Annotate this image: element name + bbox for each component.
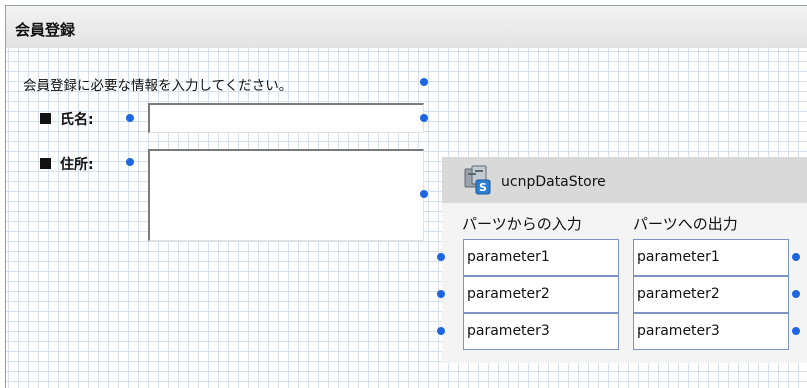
- datastore-component[interactable]: S ucnpDataStore パーツからの入力 パーツへの出力 paramet…: [442, 157, 807, 363]
- connector-dot[interactable]: [792, 327, 800, 335]
- address-field[interactable]: [148, 149, 424, 241]
- connector-dot[interactable]: [126, 114, 134, 122]
- bullet-square-icon: [40, 158, 51, 169]
- address-label: 住所:: [40, 154, 94, 174]
- output-column-header: パーツへの出力: [633, 215, 738, 233]
- datastore-icon: S: [464, 165, 491, 195]
- name-field[interactable]: [148, 103, 424, 133]
- title-bar: 会員登録: [6, 6, 807, 49]
- bullet-square-icon: [40, 113, 51, 124]
- output-parameter[interactable]: parameter2: [633, 276, 789, 313]
- name-label: 氏名:: [40, 109, 94, 129]
- designer-window: 会員登録 会員登録に必要な情報を入力してください。 氏名: 住所: S ucnp…: [5, 5, 807, 388]
- datastore-header[interactable]: S ucnpDataStore: [442, 157, 807, 203]
- connector-dot[interactable]: [437, 253, 445, 261]
- output-parameter[interactable]: parameter3: [633, 313, 789, 350]
- connector-dot[interactable]: [437, 327, 445, 335]
- input-column-header: パーツからの入力: [462, 215, 582, 233]
- input-parameter[interactable]: parameter1: [463, 239, 619, 276]
- intro-text: 会員登録に必要な情報を入力してください。: [23, 78, 293, 94]
- input-parameter[interactable]: parameter2: [463, 276, 619, 313]
- connector-dot[interactable]: [792, 290, 800, 298]
- output-parameter[interactable]: parameter1: [633, 239, 789, 276]
- connector-dot[interactable]: [420, 190, 428, 198]
- connector-dot[interactable]: [420, 114, 428, 122]
- connector-dot[interactable]: [437, 290, 445, 298]
- connector-dot[interactable]: [126, 158, 134, 166]
- connector-dot[interactable]: [792, 253, 800, 261]
- svg-text:S: S: [479, 181, 487, 194]
- window-title: 会員登録: [15, 21, 76, 39]
- connector-dot[interactable]: [420, 78, 428, 86]
- datastore-name: ucnpDataStore: [501, 174, 606, 190]
- input-parameter[interactable]: parameter3: [463, 313, 619, 350]
